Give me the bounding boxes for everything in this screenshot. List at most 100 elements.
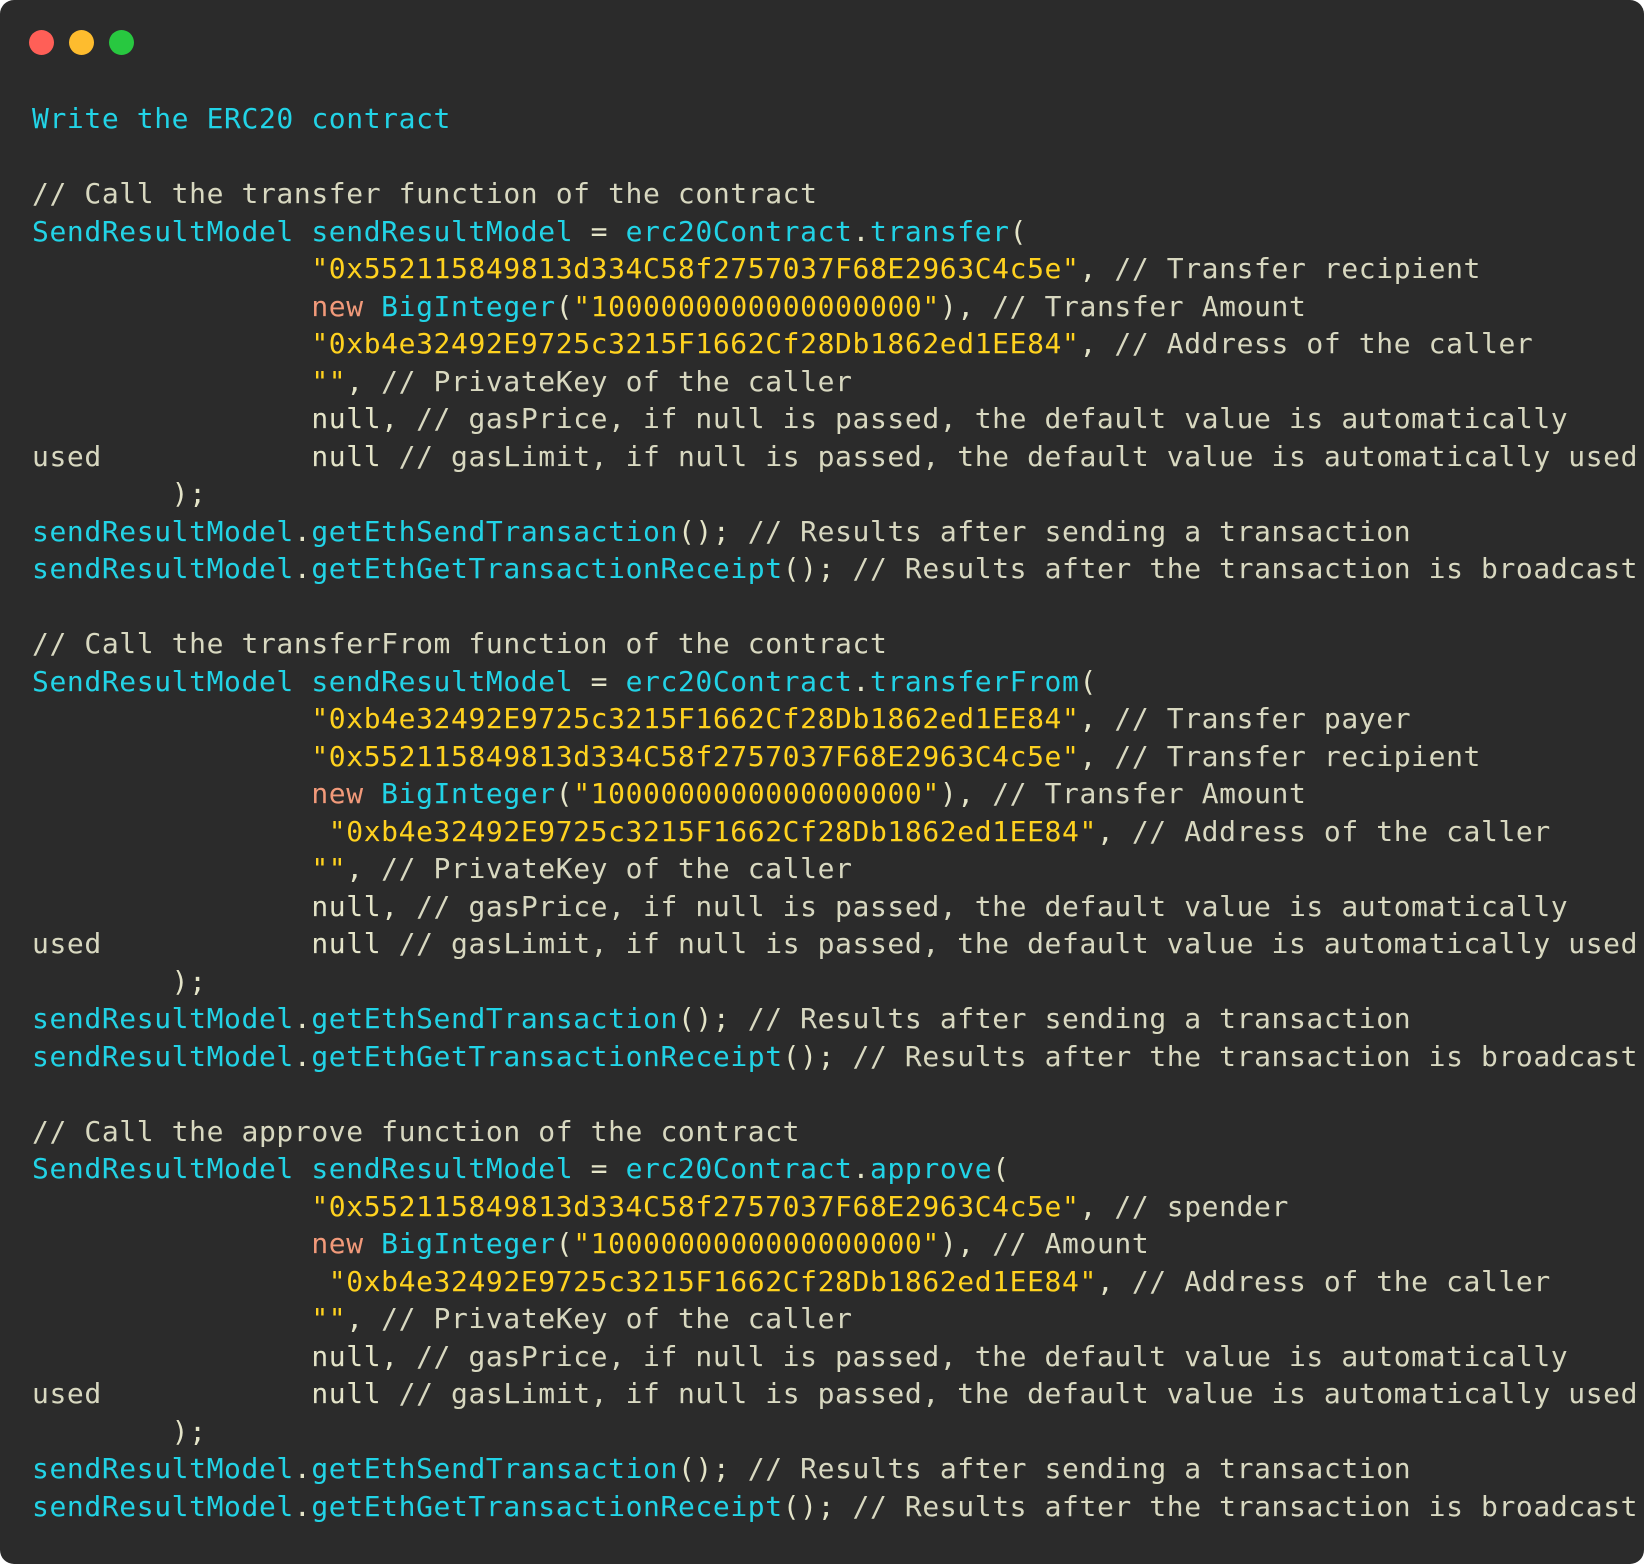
code-token-comment: // Address of the caller — [1131, 814, 1551, 848]
code-token-plain: ( — [1009, 214, 1028, 248]
code-token-ident: getEthSendTransaction — [311, 1002, 678, 1035]
code-token-ident: BigInteger — [381, 777, 556, 810]
code-token-ident: SendResultModel sendResultModel — [32, 1152, 574, 1185]
code-line: sendResultModel.getEthSendTransaction();… — [32, 1450, 1638, 1488]
code-token-plain: ( — [555, 289, 574, 323]
code-line: used null // gasLimit, if null is passed… — [32, 438, 1638, 476]
code-token-plain: , — [1079, 327, 1115, 360]
code-token-plain: ( — [555, 1227, 574, 1260]
code-token-plain: ), — [939, 289, 993, 323]
code-token-ident: getEthGetTransactionReceipt — [311, 1039, 783, 1073]
code-token-comment: // Results after the transaction is broa… — [852, 1489, 1639, 1523]
code-token-plain: , — [1079, 739, 1115, 773]
code-token-plain: ( — [1079, 664, 1097, 698]
code-token-plain: = — [573, 1152, 626, 1185]
code-line: "", // PrivateKey of the caller — [32, 1300, 1638, 1338]
code-token-plain: . — [852, 664, 870, 698]
code-token-plain: (); — [782, 1489, 853, 1523]
code-token-comment: // gasLimit, if null is passed, the defa… — [398, 1377, 1639, 1410]
code-line: "0xb4e32492E9725c3215F1662Cf28Db1862ed1E… — [32, 1263, 1638, 1301]
code-line: "", // PrivateKey of the caller — [32, 850, 1638, 888]
code-token-plain: ); — [32, 477, 207, 510]
code-line: sendResultModel.getEthGetTransactionRece… — [32, 1038, 1638, 1076]
code-token-ident: erc20Contract — [625, 1152, 853, 1185]
code-token-ident: getEthSendTransaction — [311, 514, 678, 548]
window-controls — [29, 30, 134, 55]
code-token-ident: transferFrom — [869, 664, 1080, 698]
code-line: "0xb4e32492E9725c3215F1662Cf28Db1862ed1E… — [32, 700, 1638, 738]
code-token-ident: SendResultModel sendResultModel — [32, 214, 574, 248]
maximize-button[interactable] — [109, 30, 134, 55]
code-line: new BigInteger("1000000000000000000"), /… — [32, 288, 1638, 326]
code-token-plain: , — [1079, 252, 1115, 285]
code-line: "0xb4e32492E9725c3215F1662Cf28Db1862ed1E… — [32, 813, 1638, 851]
code-line: null, // gasPrice, if null is passed, th… — [32, 400, 1638, 438]
code-token-comment: // Transfer Amount — [992, 289, 1307, 323]
code-line: new BigInteger("1000000000000000000"), /… — [32, 775, 1638, 813]
code-token-plain: (); — [782, 1039, 853, 1073]
code-token-string: "" — [311, 364, 347, 398]
code-token-string: "0xb4e32492E9725c3215F1662Cf28Db1862ed1E… — [311, 327, 1080, 360]
code-token-comment: // gasLimit, if null is passed, the defa… — [398, 439, 1639, 473]
code-token-plain: (); — [782, 552, 853, 585]
code-block: Write the ERC20 contract // Call the tra… — [32, 100, 1638, 1525]
code-token-comment: // Address of the caller — [1114, 327, 1534, 360]
code-token-ident: sendResultModel — [32, 1002, 294, 1035]
code-token-plain: ( — [555, 777, 574, 810]
code-token-plain: ); — [32, 1414, 207, 1448]
code-window: Write the ERC20 contract // Call the tra… — [0, 0, 1644, 1564]
code-token-comment: // Results after sending a transaction — [747, 1002, 1412, 1035]
code-token-comment: // Amount — [992, 1227, 1150, 1260]
code-token-comment: // gasPrice, if null is passed, the defa… — [416, 1339, 1569, 1373]
code-token-comment: // gasLimit, if null is passed, the defa… — [398, 927, 1639, 960]
code-token-string: "0xb4e32492E9725c3215F1662Cf28Db1862ed1E… — [328, 1264, 1097, 1298]
code-token-plain: . — [293, 552, 312, 585]
code-token-ident: approve — [869, 1152, 993, 1185]
code-token-comment: // PrivateKey of the caller — [381, 852, 853, 885]
code-token-string: "" — [311, 852, 347, 885]
code-token-plain: . — [293, 1002, 312, 1035]
code-token-ident: getEthSendTransaction — [311, 1452, 678, 1485]
code-token-comment: // Call the transfer function of the con… — [32, 177, 818, 210]
code-line: sendResultModel.getEthGetTransactionRece… — [32, 1488, 1638, 1526]
code-token-ident: Write the ERC20 contract — [32, 102, 451, 135]
code-token-comment: // Call the transferFrom function of the… — [32, 627, 888, 660]
code-token-ident: erc20Contract — [625, 664, 853, 698]
code-token-ident: sendResultModel — [32, 1452, 294, 1485]
code-token-comment: // Results after the transaction is broa… — [852, 552, 1639, 585]
code-line: "0x552115849813d334C58f2757037F68E2963C4… — [32, 250, 1638, 288]
code-token-plain: ); — [32, 964, 207, 998]
code-line: SendResultModel sendResultModel = erc20C… — [32, 1150, 1638, 1188]
code-token-comment: // gasPrice, if null is passed, the defa… — [416, 402, 1569, 435]
code-token-comment: // Results after sending a transaction — [747, 1452, 1412, 1485]
code-token-plain: , — [1096, 814, 1132, 848]
code-line: SendResultModel sendResultModel = erc20C… — [32, 213, 1638, 251]
code-line: // Call the transfer function of the con… — [32, 175, 1638, 213]
code-token-plain: = — [573, 664, 626, 698]
code-line: Write the ERC20 contract — [32, 100, 1638, 138]
code-token-comment: used — [32, 1377, 102, 1410]
code-token-comment: used — [32, 927, 102, 960]
code-token-comment: // Address of the caller — [1131, 1264, 1551, 1298]
code-line: // Call the approve function of the cont… — [32, 1113, 1638, 1151]
code-token-plain: . — [293, 1452, 312, 1485]
minimize-button[interactable] — [69, 30, 94, 55]
code-line: sendResultModel.getEthSendTransaction();… — [32, 1000, 1638, 1038]
code-token-plain: (); — [677, 514, 748, 548]
code-token-comment: // gasPrice, if null is passed, the defa… — [416, 889, 1569, 923]
code-line: "0xb4e32492E9725c3215F1662Cf28Db1862ed1E… — [32, 325, 1638, 363]
code-token-comment: // Transfer recipient — [1114, 252, 1481, 285]
code-token-ident: BigInteger — [381, 289, 556, 323]
code-token-string: "0xb4e32492E9725c3215F1662Cf28Db1862ed1E… — [311, 702, 1080, 735]
close-button[interactable] — [29, 30, 54, 55]
